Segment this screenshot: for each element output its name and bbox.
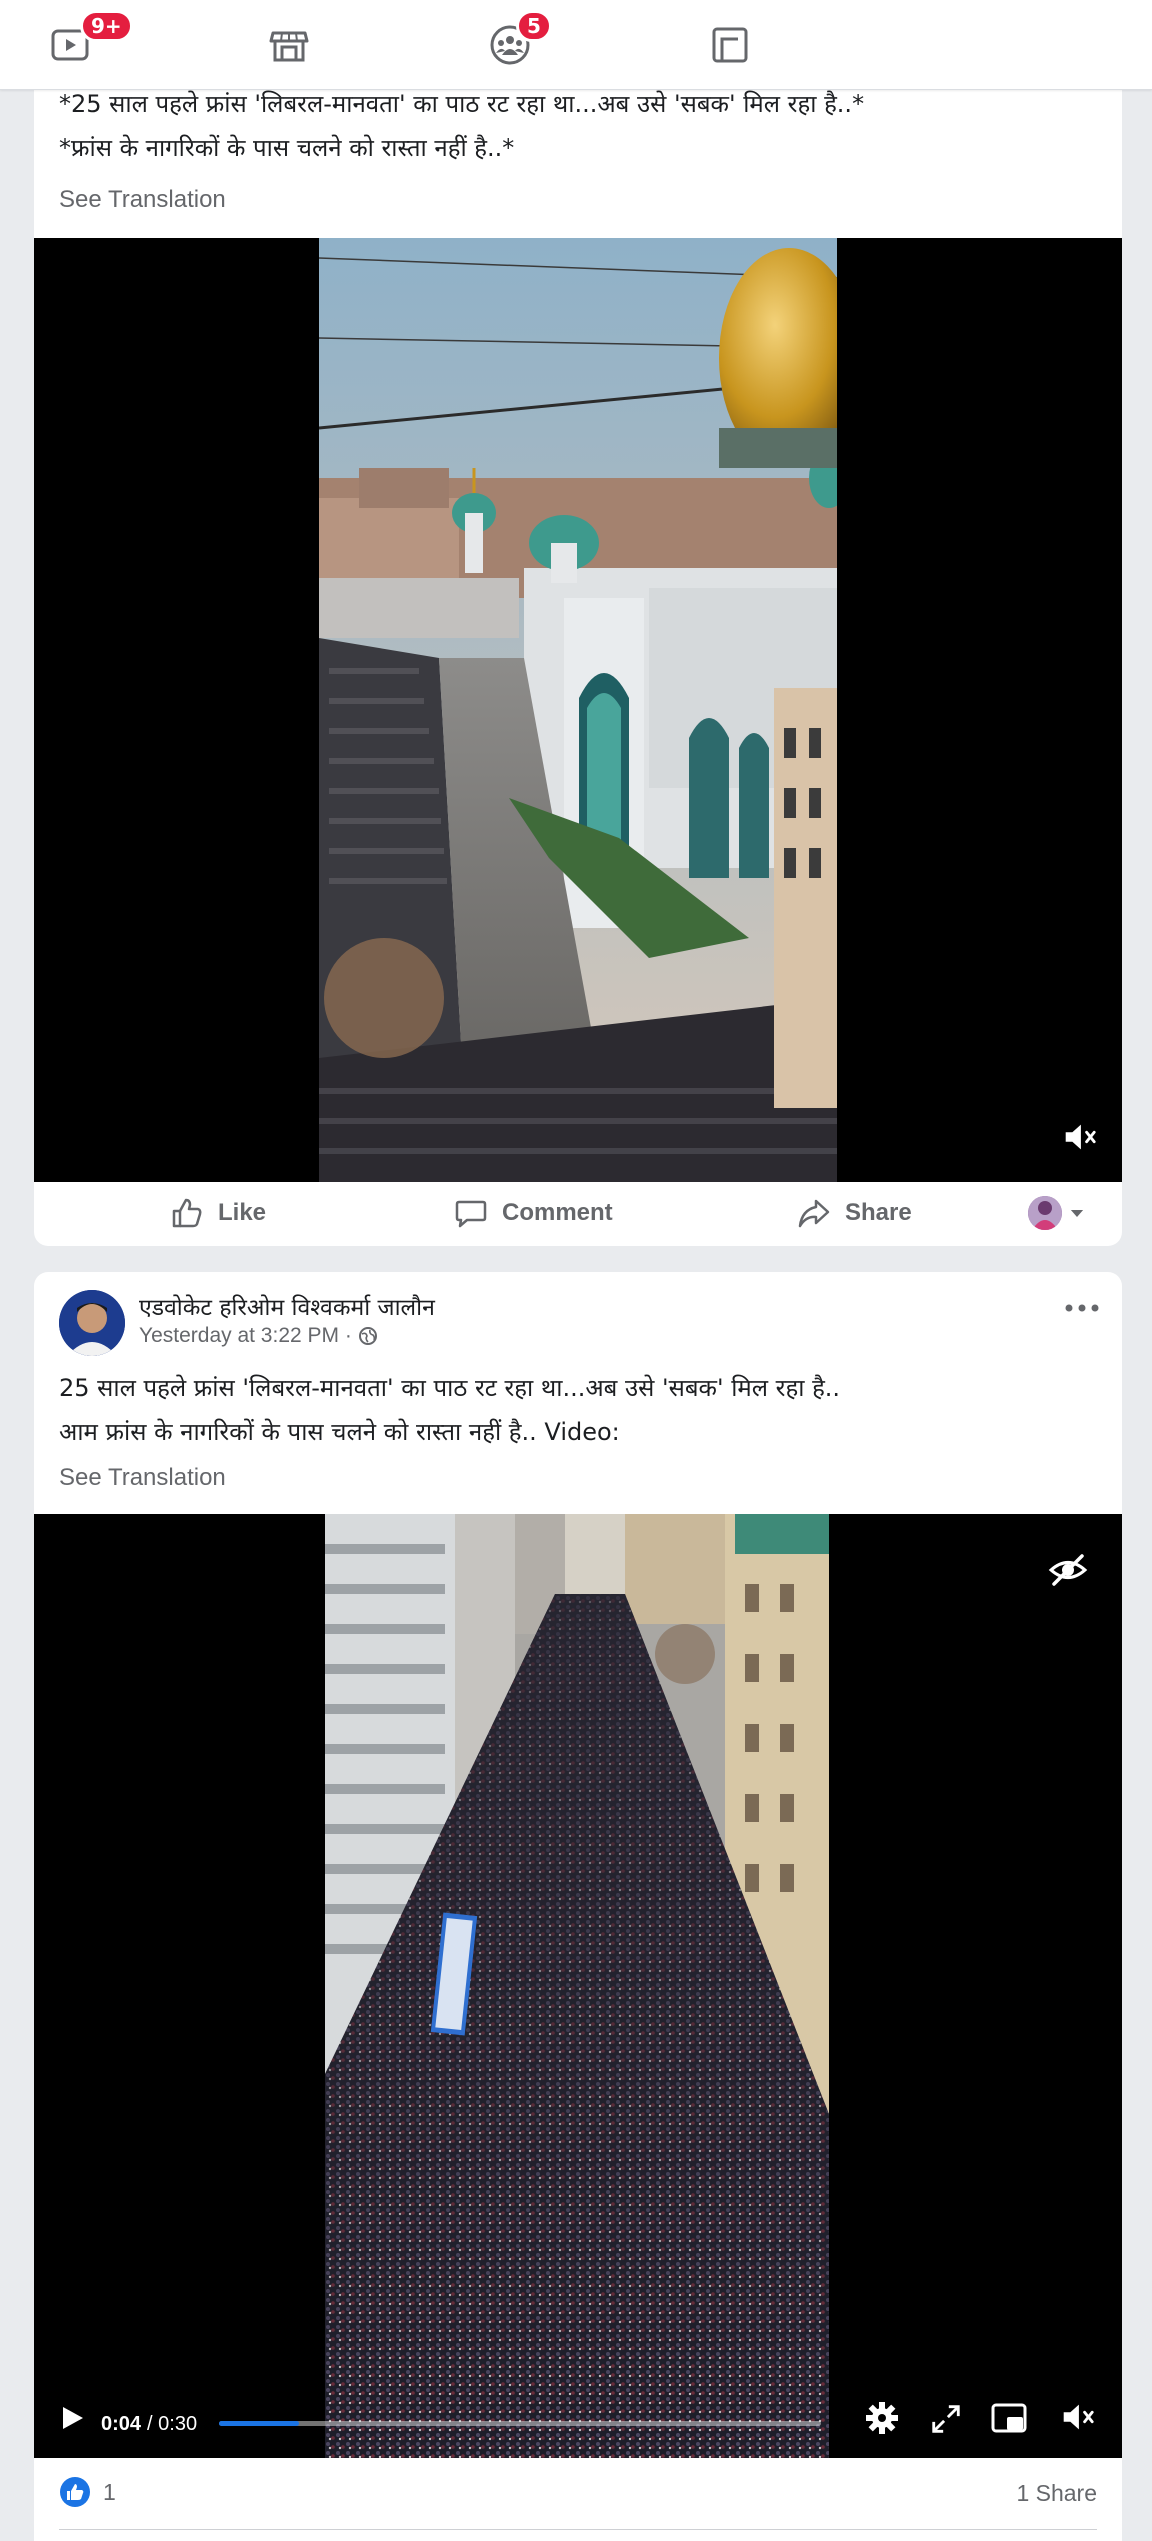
marketplace-tab[interactable] <box>259 18 319 72</box>
globe-icon <box>358 1327 377 1345</box>
feeds-tab[interactable] <box>700 18 760 72</box>
post-card-1: *25 साल पहले फ्रांस 'लिबरल-मानवता' का पा… <box>34 60 1122 1246</box>
see-translation-link[interactable]: See Translation <box>34 1464 226 1491</box>
post-card-2: एडवोकेट हरिओम विश्वकर्मा जालौन Yesterday… <box>34 1272 1122 2541</box>
groups-tab[interactable]: 5 <box>480 10 552 72</box>
reaction-profile-selector[interactable] <box>1028 1196 1084 1230</box>
video-duration: / 0:30 <box>147 2413 198 2435</box>
post-meta: Yesterday at 3:22 PM · <box>139 1324 378 1348</box>
like-label: Like <box>218 1199 267 1226</box>
like-reaction-icon <box>60 2477 90 2507</box>
gear-icon <box>866 2402 898 2434</box>
post-timestamp[interactable]: Yesterday at 3:22 PM · <box>139 1324 352 1348</box>
chevron-down-icon <box>1070 1209 1084 1217</box>
see-translation-link[interactable]: See Translation <box>34 186 226 213</box>
video-frame-crowd <box>325 1514 829 2458</box>
marketplace-icon <box>269 31 309 62</box>
like-button[interactable]: Like <box>170 1196 266 1230</box>
watch-badge: 9+ <box>80 10 133 42</box>
author-name[interactable]: एडवोकेट हरिओम विश्वकर्मा जालौन <box>139 1290 435 1322</box>
post-text-line-2: आम फ्रांस के नागरिकों के पास चलने को रास… <box>59 1418 620 1446</box>
reactions-summary: 1 1 Share <box>34 2458 1122 2530</box>
video-progress-bar[interactable] <box>219 2421 821 2426</box>
groups-badge: 5 <box>516 10 552 42</box>
picture-in-picture-button[interactable] <box>990 2402 1028 2440</box>
video-progress-fill <box>219 2421 300 2426</box>
post-options-button[interactable] <box>1062 1298 1102 1322</box>
more-icon <box>1065 1304 1099 1312</box>
fullscreen-button[interactable] <box>929 2402 963 2440</box>
play-button[interactable] <box>58 2404 86 2436</box>
thumbs-up-icon <box>172 1198 202 1228</box>
video-frame-mosque <box>319 238 837 1182</box>
feeds-icon <box>712 27 748 63</box>
mute-icon[interactable] <box>1060 1118 1098 1160</box>
video-time-display: 0:04 / 0:30 <box>101 2413 197 2436</box>
comment-icon <box>455 1200 487 1228</box>
expand-icon <box>932 2405 960 2433</box>
comment-button[interactable]: Comment <box>454 1196 613 1230</box>
reaction-count-group[interactable]: 1 <box>59 2476 116 2508</box>
play-icon <box>63 2407 83 2429</box>
post-actions-bar: Like Comment Share <box>34 1182 1122 1246</box>
avatar[interactable] <box>59 1290 125 1356</box>
settings-button[interactable] <box>864 2400 900 2440</box>
comment-label: Comment <box>502 1199 613 1226</box>
avatar <box>1028 1196 1062 1230</box>
post-text-line-2: *फ्रांस के नागरिकों के पास चलने को रास्त… <box>59 134 515 162</box>
video-current-time: 0:04 <box>101 2413 142 2435</box>
post-text-line-1: 25 साल पहले फ्रांस 'लिबरल-मानवता' का पाठ… <box>59 1374 841 1402</box>
top-navigation-bar: 9+ 5 <box>0 0 1152 90</box>
video-player-1[interactable] <box>34 238 1122 1182</box>
share-icon <box>798 1199 830 1228</box>
share-label: Share <box>845 1199 912 1226</box>
mute-icon <box>1063 2404 1094 2430</box>
divider <box>59 2529 1097 2530</box>
watch-tab[interactable]: 9+ <box>40 10 133 72</box>
eye-hidden-icon[interactable] <box>1048 1550 1088 1594</box>
share-count[interactable]: 1 Share <box>1016 2480 1097 2507</box>
video-controls: 0:04 / 0:30 <box>34 2388 1122 2458</box>
video-player-2[interactable]: 0:04 / 0:30 <box>34 1514 1122 2458</box>
pip-icon <box>991 2403 1027 2433</box>
mute-button[interactable] <box>1058 2398 1096 2440</box>
share-button[interactable]: Share <box>797 1196 912 1230</box>
reaction-count: 1 <box>103 2478 116 2505</box>
